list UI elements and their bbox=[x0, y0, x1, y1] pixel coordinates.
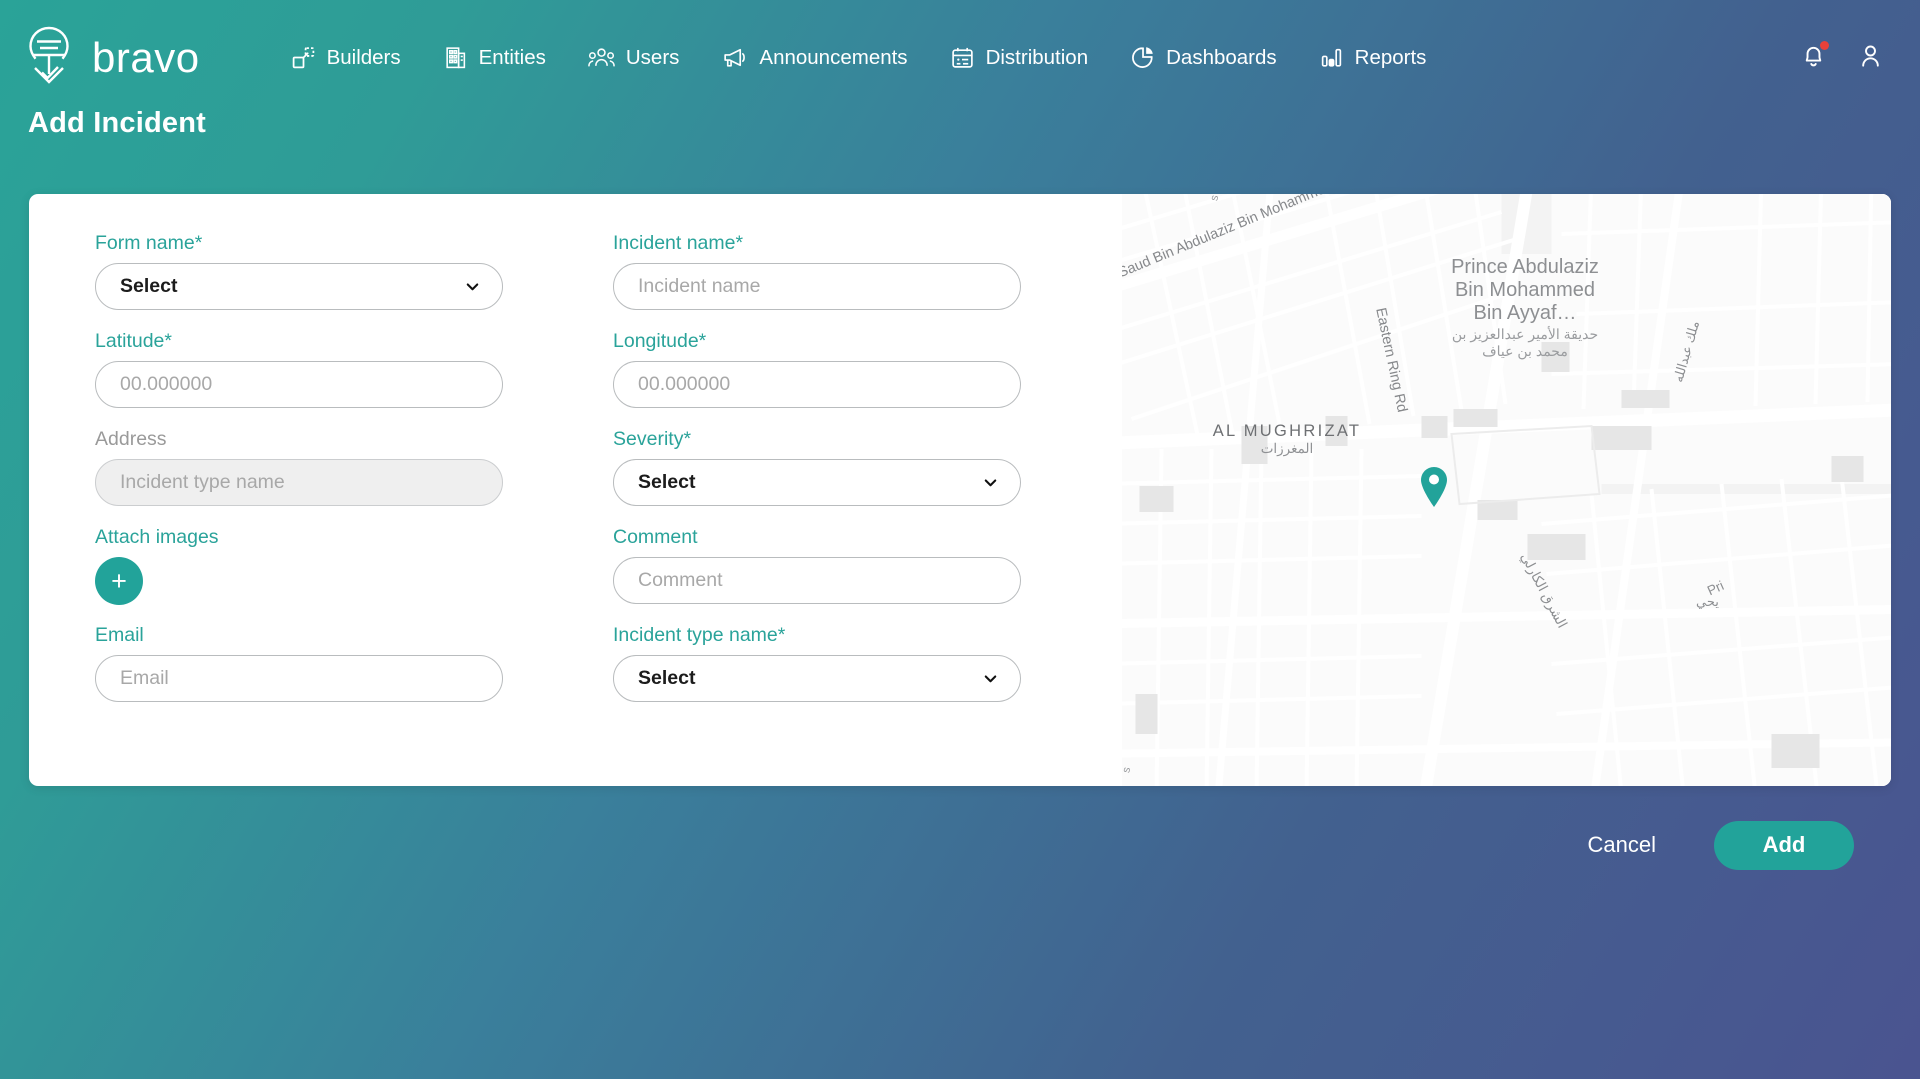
notification-badge bbox=[1820, 41, 1829, 50]
add-incident-card: Form name* Select Incident name* Inciden… bbox=[29, 194, 1891, 786]
comment-placeholder: Comment bbox=[638, 569, 723, 592]
email-placeholder: Email bbox=[120, 667, 169, 690]
latitude-placeholder: 00.000000 bbox=[120, 373, 212, 396]
user-avatar-icon[interactable] bbox=[1857, 42, 1884, 74]
form-name-select[interactable]: Select bbox=[95, 263, 503, 310]
field-label: Latitude* bbox=[95, 331, 585, 352]
select-value: Select bbox=[638, 667, 695, 690]
email-input-wrap[interactable]: Email bbox=[95, 655, 503, 702]
nav-label: Reports bbox=[1355, 46, 1427, 70]
calendar-icon bbox=[950, 45, 975, 70]
nav-item-dashboards[interactable]: Dashboards bbox=[1109, 35, 1298, 80]
map-canvas bbox=[1122, 194, 1891, 786]
incident-form: Form name* Select Incident name* Inciden… bbox=[29, 194, 1122, 786]
field-label: Severity* bbox=[613, 429, 1103, 450]
address-placeholder: Incident type name bbox=[120, 471, 285, 494]
chevron-down-icon bbox=[981, 473, 1000, 492]
latitude-input-wrap[interactable]: 00.000000 bbox=[95, 361, 503, 408]
nav-label: Users bbox=[626, 46, 680, 70]
nav-label: Builders bbox=[327, 46, 401, 70]
severity-select[interactable]: Select bbox=[613, 459, 1021, 506]
comment-input-wrap[interactable]: Comment bbox=[613, 557, 1021, 604]
chevron-down-icon bbox=[463, 277, 482, 296]
field-label: Form name* bbox=[95, 233, 585, 254]
select-value: Select bbox=[638, 471, 695, 494]
builders-icon bbox=[291, 45, 316, 70]
field-address: Address Incident type name bbox=[95, 429, 585, 527]
pie-chart-icon bbox=[1130, 45, 1155, 70]
map-marker-icon[interactable] bbox=[1419, 466, 1449, 513]
location-map[interactable]: s m Saud Bin Abdulaziz Bin Mohammed Rd E… bbox=[1122, 194, 1891, 786]
nav-right-actions bbox=[1800, 42, 1890, 74]
field-label: Email bbox=[95, 625, 585, 646]
nav-item-users[interactable]: Users bbox=[567, 35, 701, 80]
building-icon bbox=[443, 45, 468, 70]
bell-icon[interactable] bbox=[1800, 42, 1827, 74]
field-label: Attach images bbox=[95, 527, 585, 548]
incident-name-placeholder: Incident name bbox=[638, 275, 761, 298]
field-incident-name: Incident name* Incident name bbox=[613, 233, 1103, 331]
location-pin-check-icon bbox=[22, 25, 76, 91]
field-label: Address bbox=[95, 429, 585, 450]
cancel-button[interactable]: Cancel bbox=[1570, 822, 1674, 868]
field-attach-images: Attach images + bbox=[95, 527, 585, 625]
nav-item-reports[interactable]: Reports bbox=[1298, 35, 1448, 80]
field-severity: Severity* Select bbox=[613, 429, 1103, 527]
add-image-button[interactable]: + bbox=[95, 557, 143, 605]
nav-label: Announcements bbox=[759, 46, 907, 70]
nav-label: Entities bbox=[479, 46, 546, 70]
field-comment: Comment Comment bbox=[613, 527, 1103, 625]
chevron-down-icon bbox=[981, 669, 1000, 688]
field-incident-type-name: Incident type name* Select bbox=[613, 625, 1103, 723]
field-label: Incident name* bbox=[613, 233, 1103, 254]
address-input-wrap: Incident type name bbox=[95, 459, 503, 506]
nav-item-distribution[interactable]: Distribution bbox=[929, 35, 1110, 80]
field-label: Incident type name* bbox=[613, 625, 1103, 646]
field-longitude: Longitude* 00.000000 bbox=[613, 331, 1103, 429]
form-actions: Cancel Add bbox=[0, 800, 1920, 890]
field-form-name: Form name* Select bbox=[95, 233, 585, 331]
brand-logo[interactable]: bravo bbox=[22, 25, 200, 91]
field-label: Longitude* bbox=[613, 331, 1103, 352]
incident-type-select[interactable]: Select bbox=[613, 655, 1021, 702]
longitude-placeholder: 00.000000 bbox=[638, 373, 730, 396]
top-navigation-bar: bravo Builders bbox=[0, 0, 1920, 115]
users-icon bbox=[588, 45, 615, 70]
form-grid: Form name* Select Incident name* Inciden… bbox=[95, 233, 1122, 723]
page-title: Add Incident bbox=[0, 107, 1920, 140]
field-label: Comment bbox=[613, 527, 1103, 548]
longitude-input-wrap[interactable]: 00.000000 bbox=[613, 361, 1021, 408]
select-value: Select bbox=[120, 275, 177, 298]
megaphone-icon bbox=[721, 45, 748, 70]
bar-chart-icon bbox=[1319, 45, 1344, 70]
nav-item-builders[interactable]: Builders bbox=[270, 35, 422, 80]
add-button[interactable]: Add bbox=[1714, 821, 1854, 870]
nav-item-announcements[interactable]: Announcements bbox=[700, 35, 928, 80]
nav-label: Distribution bbox=[986, 46, 1089, 70]
incident-name-input-wrap[interactable]: Incident name bbox=[613, 263, 1021, 310]
nav-label: Dashboards bbox=[1166, 46, 1277, 70]
field-email: Email Email bbox=[95, 625, 585, 723]
nav-item-entities[interactable]: Entities bbox=[422, 35, 567, 80]
field-latitude: Latitude* 00.000000 bbox=[95, 331, 585, 429]
nav-items: Builders Entities bbox=[270, 35, 1800, 80]
brand-name: bravo bbox=[92, 34, 200, 82]
